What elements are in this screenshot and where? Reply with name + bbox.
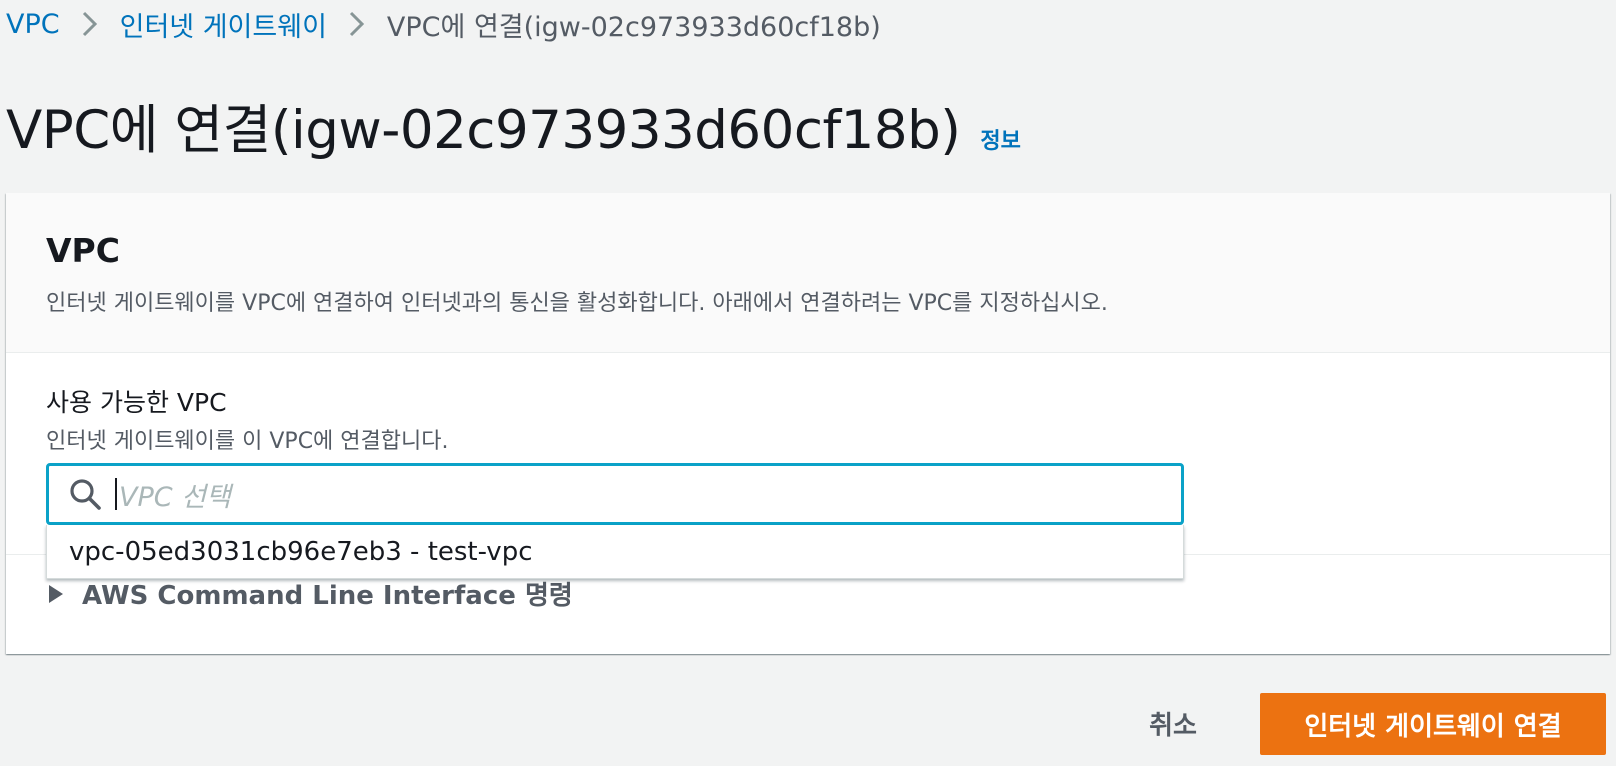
info-link[interactable]: 정보 (980, 123, 1020, 155)
container-header: VPC 인터넷 게이트웨이를 VPC에 연결하여 인터넷과의 통신을 활성화합니… (6, 193, 1610, 353)
vpc-dropdown: vpc-05ed3031cb96e7eb3 - test-vpc (46, 525, 1184, 579)
cancel-button[interactable]: 취소 (1128, 699, 1218, 747)
vpc-select-input[interactable]: VPC 선택 (46, 463, 1184, 525)
text-cursor (115, 478, 117, 510)
breadcrumb-igw-link[interactable]: 인터넷 게이트웨이 (120, 5, 327, 44)
vpc-container: VPC 인터넷 게이트웨이를 VPC에 연결하여 인터넷과의 통신을 활성화합니… (6, 193, 1610, 654)
section-description: 인터넷 게이트웨이를 VPC에 연결하여 인터넷과의 통신을 활성화합니다. 아… (46, 291, 1108, 316)
breadcrumb-current: VPC에 연결(igw-02c973933d60cf18b) (386, 11, 881, 43)
chevron-right-icon (327, 4, 387, 44)
page-header: VPC에 연결(igw-02c973933d60cf18b) 정보 (6, 88, 1021, 164)
caret-right-icon (48, 582, 68, 606)
cli-expander[interactable]: AWS Command Line Interface 명령 (48, 575, 573, 612)
cli-expander-label: AWS Command Line Interface 명령 (82, 581, 573, 611)
chevron-right-icon (60, 4, 120, 44)
vpc-field-description: 인터넷 게이트웨이를 이 VPC에 연결합니다. (46, 429, 449, 454)
breadcrumb: VPC 인터넷 게이트웨이 VPC에 연결(igw-02c973933d60cf… (6, 4, 881, 44)
vpc-select-placeholder: VPC 선택 (119, 481, 231, 513)
vpc-option[interactable]: vpc-05ed3031cb96e7eb3 - test-vpc (47, 537, 533, 567)
attach-igw-button[interactable]: 인터넷 게이트웨이 연결 (1260, 693, 1606, 755)
breadcrumb-vpc-link[interactable]: VPC (6, 9, 60, 40)
search-icon (65, 474, 105, 514)
page-title: VPC에 연결(igw-02c973933d60cf18b) (6, 100, 961, 161)
vpc-field-label: 사용 가능한 VPC (46, 388, 227, 417)
section-title: VPC (46, 231, 120, 270)
